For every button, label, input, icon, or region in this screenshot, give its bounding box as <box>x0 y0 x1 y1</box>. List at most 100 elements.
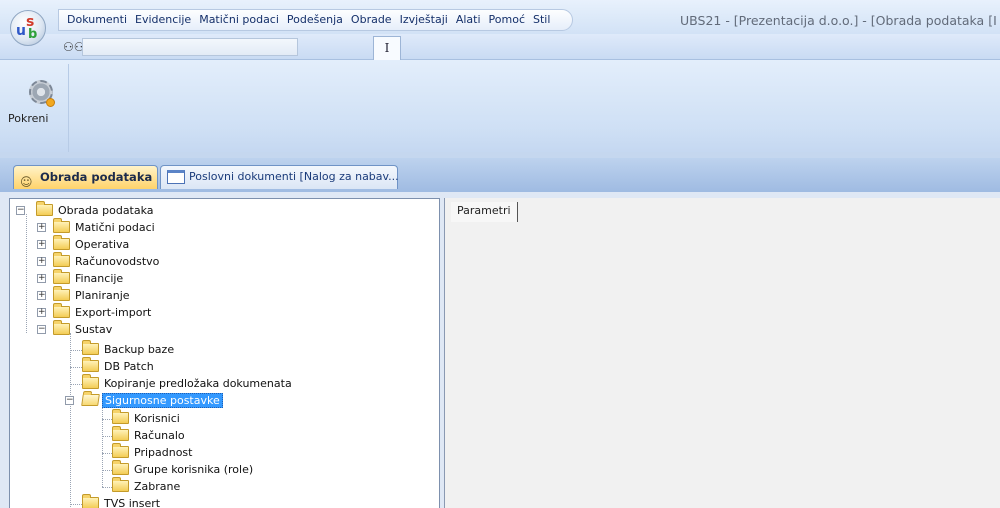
tree-node-grupe-korisnika[interactable]: Grupe korisnika (role) <box>112 460 412 478</box>
folder-icon <box>53 286 70 301</box>
tree-node-planiranje[interactable]: + Planiranje <box>37 286 337 304</box>
tree-node-label: Export-import <box>75 306 152 319</box>
tree-node-export-import[interactable]: + Export-import <box>37 303 337 321</box>
tab-obrada-podataka[interactable]: ☺ Obrada podataka <box>13 165 158 189</box>
tree-node-pripadnost[interactable]: Pripadnost <box>112 443 412 461</box>
ribbon: Pokreni <box>0 60 1000 158</box>
menu-podesenja[interactable]: Podešenja <box>287 10 343 30</box>
tree-node-racunalo[interactable]: Računalo <box>112 426 412 444</box>
folder-icon <box>53 303 70 318</box>
tree-node-label: Pripadnost <box>134 446 193 459</box>
search-input[interactable] <box>82 38 298 56</box>
tab-parametri[interactable]: Parametri <box>451 202 518 222</box>
tree-node-label: Kopiranje predložaka dokumenata <box>104 377 292 390</box>
expand-icon[interactable]: + <box>37 240 46 249</box>
expand-icon[interactable]: + <box>37 257 46 266</box>
tree-line <box>70 384 82 385</box>
tree-line <box>102 436 112 437</box>
tab-poslovni-dokumenti[interactable]: Poslovni dokumenti [Nalog za nabav... <box>160 165 399 189</box>
tree-node-label: Obrada podataka <box>58 204 154 217</box>
people-icon: ☺ <box>20 174 33 189</box>
tree-node-label: Operativa <box>75 238 130 251</box>
window-title: UBS21 - [Prezentacija d.o.o.] - [Obrada … <box>680 13 997 28</box>
run-button[interactable]: Pokreni <box>5 64 69 152</box>
app-logo[interactable]: u s b <box>10 10 46 46</box>
tree-node-label: Sustav <box>75 323 113 336</box>
run-badge-icon <box>46 98 55 107</box>
menu-maticni-podaci[interactable]: Matični podaci <box>199 10 279 30</box>
expand-icon[interactable]: + <box>37 274 46 283</box>
tree-node-label: Sigurnosne postavke <box>102 393 223 408</box>
tree-line <box>70 367 82 368</box>
tree-view[interactable]: − Obrada podataka + Matični podaci + Ope… <box>9 198 440 508</box>
expand-icon[interactable]: + <box>37 291 46 300</box>
ribbon-tab-i[interactable]: I <box>373 36 401 60</box>
tree-node-label: Financije <box>75 272 124 285</box>
tree-node-kopiranje-predlozaka[interactable]: Kopiranje predložaka dokumenata <box>82 374 402 392</box>
tree-node-zabrane[interactable]: Zabrane <box>112 477 412 495</box>
menu-stil[interactable]: Stil <box>533 10 550 30</box>
menu-pomoc[interactable]: Pomoć <box>489 10 525 30</box>
folder-icon <box>112 426 129 441</box>
tree-node-backup-baze[interactable]: Backup baze <box>82 340 382 358</box>
document-icon <box>167 170 185 184</box>
logo-letter-b: b <box>28 27 38 42</box>
folder-icon <box>112 460 129 475</box>
tree-node-financije[interactable]: + Financije <box>37 269 337 287</box>
tree-node-tvs-insert[interactable]: TVS insert <box>82 494 382 508</box>
tree-line <box>70 350 82 351</box>
tree-node-sigurnosne-postavke[interactable]: − Sigurnosne postavke <box>65 392 365 409</box>
menu-evidencije[interactable]: Evidencije <box>135 10 191 30</box>
tree-node-label: Planiranje <box>75 289 130 302</box>
logo-letter-u: u <box>16 23 26 39</box>
expand-icon[interactable]: + <box>37 223 46 232</box>
menu-dokumenti[interactable]: Dokumenti <box>67 10 127 30</box>
tree-line <box>102 453 112 454</box>
menu-alati[interactable]: Alati <box>456 10 481 30</box>
collapse-icon[interactable]: − <box>16 206 25 215</box>
expand-icon[interactable]: + <box>37 308 46 317</box>
tree-line <box>70 333 71 507</box>
tree-line <box>102 402 103 487</box>
folder-icon <box>82 357 99 372</box>
tree-node-db-patch[interactable]: DB Patch <box>82 357 382 375</box>
tree-node-maticni-podaci[interactable]: + Matični podaci <box>37 218 337 236</box>
parameters-panel: Parametri <box>444 198 1000 508</box>
open-folder-icon <box>81 394 100 406</box>
collapse-icon[interactable]: − <box>65 396 74 405</box>
tree-node-korisnici[interactable]: Korisnici <box>112 409 412 427</box>
tree-node-root[interactable]: − Obrada podataka <box>16 201 316 219</box>
folder-icon <box>112 477 129 492</box>
content-area: − Obrada podataka + Matični podaci + Ope… <box>0 192 1000 508</box>
run-label: Pokreni <box>8 112 49 125</box>
tree-node-label: Backup baze <box>104 343 175 356</box>
tree-node-label: Zabrane <box>134 480 181 493</box>
tree-node-sustav[interactable]: − Sustav <box>37 320 337 338</box>
collapse-icon[interactable]: − <box>37 325 46 334</box>
folder-icon <box>53 320 70 335</box>
tree-node-racunovodstvo[interactable]: + Računovodstvo <box>37 252 337 270</box>
tree-node-label: Matični podaci <box>75 221 155 234</box>
folder-icon <box>112 409 129 424</box>
tree-line <box>102 487 112 488</box>
tree-node-label: Grupe korisnika (role) <box>134 463 254 476</box>
tree-node-operativa[interactable]: + Operativa <box>37 235 337 253</box>
tab-label: Poslovni dokumenti [Nalog za nabav... <box>189 170 399 183</box>
menu-obrade[interactable]: Obrade <box>351 10 392 30</box>
quick-access-bar: ⚇⚇ I <box>0 34 1000 60</box>
folder-icon <box>82 374 99 389</box>
folder-icon <box>36 201 53 216</box>
folder-icon <box>112 443 129 458</box>
menu-izvjestaji[interactable]: Izvještaji <box>400 10 448 30</box>
tree-node-label: Računovodstvo <box>75 255 160 268</box>
menu-bar: Dokumenti Evidencije Matični podaci Podešen… <box>58 9 573 31</box>
tree-node-label: Računalo <box>134 429 185 442</box>
document-tab-strip: ☺ Obrada podataka Poslovni dokumenti [Nal… <box>0 158 1000 192</box>
tree-node-label: DB Patch <box>104 360 154 373</box>
folder-icon <box>53 235 70 250</box>
tree-line <box>102 470 112 471</box>
tab-label: Obrada podataka <box>40 170 153 184</box>
tree-node-label: TVS insert <box>104 497 161 508</box>
folder-icon <box>53 269 70 284</box>
tree-line <box>26 214 27 333</box>
